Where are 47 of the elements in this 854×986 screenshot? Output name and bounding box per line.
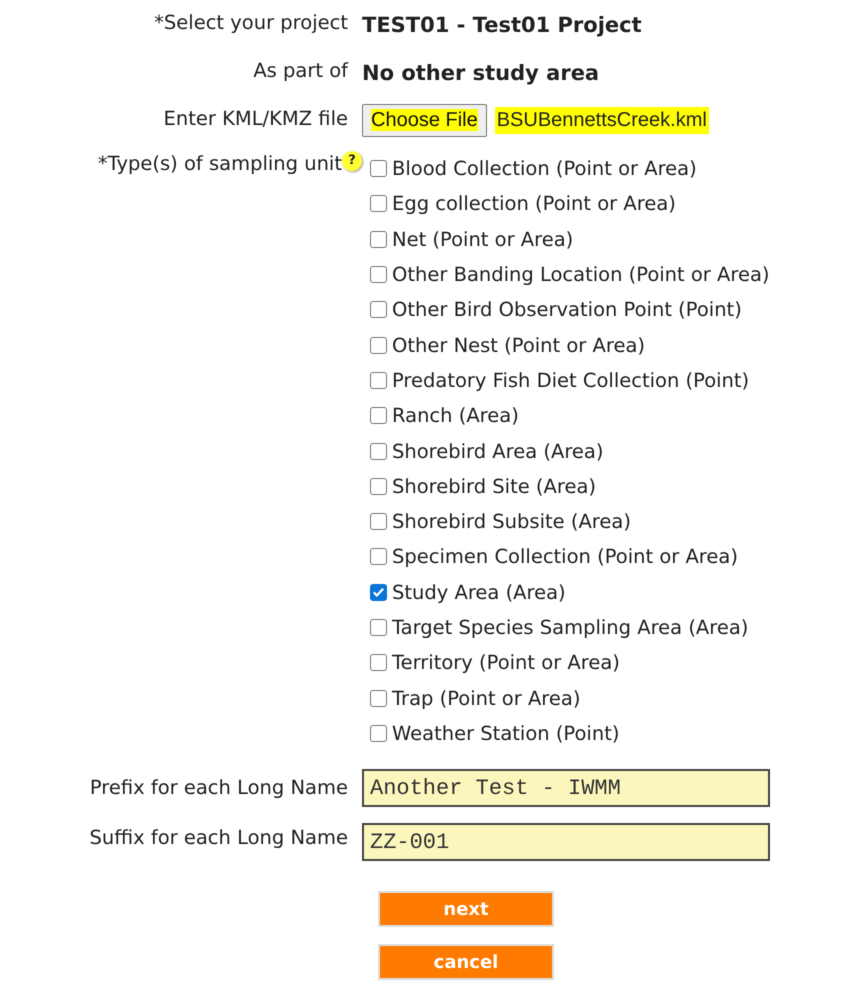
option-label: Shorebird Site (Area) <box>392 474 596 498</box>
checkbox[interactable] <box>370 407 387 424</box>
choose-file-button[interactable]: Choose File <box>362 104 487 137</box>
checkbox[interactable] <box>370 654 387 672</box>
option-label: Specimen Collection (Point or Area) <box>392 545 738 568</box>
checkbox[interactable] <box>370 230 387 248</box>
input-field[interactable]: Another Test - IWMM <box>362 769 770 808</box>
option-label: Ranch (Area) <box>392 404 519 428</box>
option-label: Egg collection (Point or Area) <box>392 192 676 216</box>
option-label: Other Nest (Point or Area) <box>392 334 646 357</box>
option-label: Other Bird Observation Point (Point) <box>392 298 742 322</box>
checkbox[interactable] <box>370 160 387 178</box>
option-label: Other Banding Location (Point or Area) <box>392 263 770 286</box>
checkbox[interactable] <box>370 301 387 318</box>
field-label: *Select your project <box>154 10 348 36</box>
checkbox[interactable] <box>370 336 387 354</box>
field-label: As part of <box>253 58 348 84</box>
option-label: Net (Point or Area) <box>392 228 574 251</box>
option-label: Study Area (Area) <box>392 580 566 604</box>
option-label: Blood Collection (Point or Area) <box>392 157 697 180</box>
file-name: BSUBennettsCreek.kml <box>494 107 709 134</box>
checkbox[interactable] <box>370 372 387 389</box>
option-label: Predatory Fish Diet Collection (Point) <box>392 368 750 392</box>
field-label: *Type(s) of sampling unit <box>98 151 342 177</box>
study-area-name: No other study area <box>362 60 600 87</box>
checkbox[interactable] <box>370 690 387 707</box>
checkbox[interactable] <box>370 513 387 530</box>
option-label: Target Species Sampling Area (Area) <box>392 616 748 639</box>
checkbox[interactable] <box>370 548 387 566</box>
field-label: Prefix for each Long Name <box>90 775 348 802</box>
option-label: Territory (Point or Area) <box>392 651 620 674</box>
input-field[interactable]: ZZ-001 <box>362 823 770 862</box>
checkbox[interactable] <box>370 724 387 742</box>
option-label: Trap (Point or Area) <box>392 686 580 710</box>
project-name: TEST01 - Test01 Project <box>362 12 643 39</box>
checkbox[interactable] <box>370 266 387 284</box>
option-label: Shorebird Area (Area) <box>392 440 604 463</box>
field-label: Enter KML/KMZ file <box>164 106 348 132</box>
checkbox[interactable] <box>370 195 387 212</box>
checkbox[interactable] <box>370 478 387 495</box>
field-label: Suffix for each Long Name <box>90 825 348 852</box>
checkbox[interactable] <box>370 619 387 636</box>
option-label: Weather Station (Point) <box>392 722 620 745</box>
checkbox[interactable] <box>370 442 387 460</box>
help-icon[interactable]: ? <box>342 151 362 171</box>
option-label: Shorebird Subsite (Area) <box>392 510 631 534</box>
checkbox[interactable] <box>370 584 387 601</box>
